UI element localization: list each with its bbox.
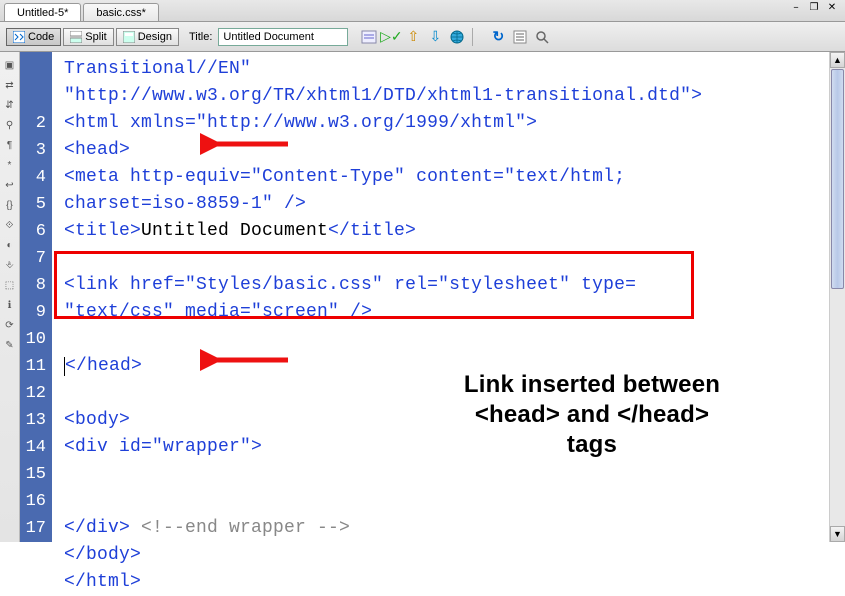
design-icon xyxy=(123,31,135,43)
code-text: <body> xyxy=(64,410,130,430)
code-text: <!--end wrapper --> xyxy=(130,518,350,538)
code-editor[interactable]: 23456789101112131415161718 Transitional/… xyxy=(20,52,845,542)
settings-icon[interactable]: ✎ xyxy=(3,338,17,352)
search-icon[interactable] xyxy=(533,28,551,46)
tab-basic-css[interactable]: basic.css* xyxy=(83,3,159,21)
code-pane[interactable]: Transitional//EN" "http://www.w3.org/TR/… xyxy=(52,52,829,542)
code-text: <link href= xyxy=(64,275,185,295)
tab-bar: Untitled-5* basic.css* – ❐ ✕ xyxy=(0,0,845,22)
format-icon[interactable]: ⬚ xyxy=(3,278,17,292)
code-text: <head> xyxy=(64,140,130,160)
scroll-thumb[interactable] xyxy=(831,69,844,289)
toolbar-group-check: ▷✓ ⇧ ⇩ xyxy=(360,28,466,46)
code-text: rel= xyxy=(383,275,438,295)
recent-icon[interactable]: ⟳ xyxy=(3,318,17,332)
tab-untitled[interactable]: Untitled-5* xyxy=(4,3,81,21)
select-icon[interactable]: ▣ xyxy=(3,58,17,72)
code-text: </head> xyxy=(65,356,142,376)
restore-button[interactable]: ❐ xyxy=(807,2,821,14)
refresh-icon[interactable]: ↻ xyxy=(489,28,507,46)
wrap-icon[interactable]: ↩ xyxy=(3,178,17,192)
title-label: Title: xyxy=(189,31,212,43)
view-toolbar: Code Split Design Title: ▷✓ ⇧ ⇩ ↻ xyxy=(0,22,845,52)
line-number-gutter: 23456789101112131415161718 xyxy=(20,52,52,542)
code-text: "text/html; xyxy=(504,167,625,187)
code-text: "wrapper" xyxy=(152,437,251,457)
vertical-scrollbar[interactable]: ▲ ▼ xyxy=(829,52,845,542)
left-toolbar: ▣ ⇄ ⇵ ⚲ ¶ * ↩ {} ⟐ ◐ ⎀ ⬚ ℹ ⟳ ✎ xyxy=(0,52,20,542)
globe-icon[interactable] xyxy=(448,28,466,46)
split-view-button[interactable]: Split xyxy=(63,28,113,46)
snippets-icon[interactable]: ⎀ xyxy=(3,258,17,272)
reference-icon[interactable]: ℹ xyxy=(3,298,17,312)
code-text: charset=iso-8859-1" xyxy=(64,194,273,214)
code-text: "text/css" xyxy=(64,302,174,322)
options-icon[interactable] xyxy=(511,28,529,46)
design-view-button[interactable]: Design xyxy=(116,28,179,46)
title-input[interactable] xyxy=(218,28,348,46)
code-text: > xyxy=(526,113,537,133)
close-button[interactable]: ✕ xyxy=(825,2,839,14)
upload-icon[interactable]: ⇧ xyxy=(404,28,422,46)
code-text: "Content-Type" xyxy=(251,167,405,187)
code-text: /> xyxy=(273,194,306,214)
code-text: <title> xyxy=(64,221,141,241)
toolbar-group-refresh: ↻ xyxy=(489,28,551,46)
window-controls: – ❐ ✕ xyxy=(789,2,839,14)
code-text: "Styles/basic.css" xyxy=(185,275,383,295)
code-text: "screen" xyxy=(251,302,339,322)
minimize-button[interactable]: – xyxy=(789,2,803,14)
code-text: content= xyxy=(405,167,504,187)
code-text: </div> xyxy=(64,518,130,538)
balance-icon[interactable]: ⟐ xyxy=(3,218,17,232)
code-text: > xyxy=(251,437,262,457)
scroll-down-button[interactable]: ▼ xyxy=(830,526,845,542)
expand-icon[interactable]: ⇵ xyxy=(3,98,17,112)
file-mgmt-icon[interactable] xyxy=(360,28,378,46)
code-text: <div id= xyxy=(64,437,152,457)
toolbar-separator xyxy=(472,28,473,46)
code-text: "stylesheet" xyxy=(438,275,570,295)
code-text: Transitional//EN" xyxy=(64,59,251,79)
scroll-up-button[interactable]: ▲ xyxy=(830,52,845,68)
code-view-button[interactable]: Code xyxy=(6,28,61,46)
code-text: media= xyxy=(174,302,251,322)
validate-icon[interactable]: ▷✓ xyxy=(382,28,400,46)
code-text: </html> xyxy=(64,572,141,592)
code-text: Untitled Document xyxy=(141,221,328,241)
editor-area: ▣ ⇄ ⇵ ⚲ ¶ * ↩ {} ⟐ ◐ ⎀ ⬚ ℹ ⟳ ✎ 234567891… xyxy=(0,52,845,542)
code-text: </title> xyxy=(328,221,416,241)
code-text: <meta http-equiv= xyxy=(64,167,251,187)
code-text: type= xyxy=(570,275,636,295)
code-text: /> xyxy=(339,302,372,322)
code-text: <html xmlns= xyxy=(64,113,196,133)
split-icon xyxy=(70,31,82,43)
comment-icon[interactable]: * xyxy=(3,158,17,172)
design-view-label: Design xyxy=(138,31,172,43)
code-view-label: Code xyxy=(28,31,54,43)
collapse-icon[interactable]: ⇄ xyxy=(3,78,17,92)
code-text: "http://www.w3.org/1999/xhtml" xyxy=(196,113,526,133)
split-view-label: Split xyxy=(85,31,106,43)
indent-icon[interactable]: {} xyxy=(3,198,17,212)
break-icon[interactable]: ¶ xyxy=(3,138,17,152)
anchor-icon[interactable]: ⚲ xyxy=(3,118,17,132)
code-text: </body> xyxy=(64,545,141,565)
highlight-icon[interactable]: ◐ xyxy=(3,238,17,252)
download-icon[interactable]: ⇩ xyxy=(426,28,444,46)
code-icon xyxy=(13,31,25,43)
code-text: "http://www.w3.org/TR/xhtml1/DTD/xhtml1-… xyxy=(64,86,702,106)
